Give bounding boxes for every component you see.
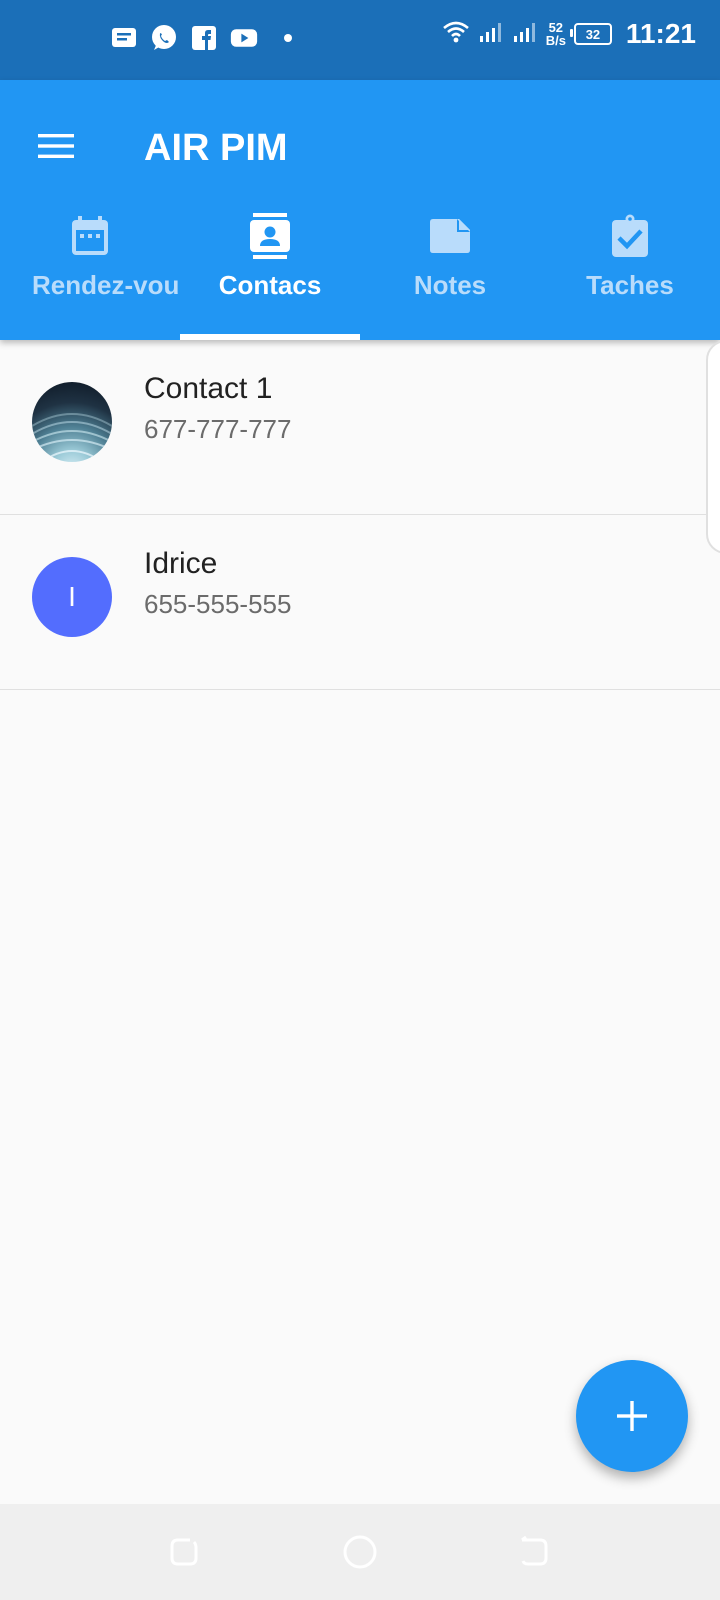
hamburger-menu-icon: [38, 134, 74, 158]
tab-label: Contacs: [218, 270, 322, 300]
back-button[interactable]: [514, 1532, 554, 1572]
clock: 11:21: [625, 18, 696, 49]
battery-icon: 32: [569, 23, 612, 45]
status-bar: 52 B/s 32 11:21: [0, 0, 720, 80]
contact-letter-avatar: I: [32, 557, 112, 637]
contact-name: Contact 1: [144, 372, 273, 405]
list-item[interactable]: Contact 1 677-777-777: [0, 340, 720, 515]
tab-contacs[interactable]: Contacs: [180, 204, 360, 340]
message-icon: [110, 24, 138, 52]
contact-card-icon: [180, 212, 360, 260]
note-icon: [360, 212, 540, 260]
system-indicators: 52 B/s 32 11:21: [442, 18, 696, 50]
whatsapp-icon: [150, 24, 178, 52]
notification-dot: [284, 34, 292, 42]
contact-photo-avatar: [32, 382, 112, 462]
network-speed-unit: B/s: [545, 33, 566, 48]
tab-bar: Rendez-vous Contacs Notes Taches: [0, 204, 720, 340]
task-clipboard-icon: [540, 212, 720, 260]
signal-icon-1: [478, 20, 504, 49]
menu-button[interactable]: [30, 120, 82, 172]
youtube-icon: [230, 24, 258, 52]
plus-icon: [617, 1401, 647, 1431]
app-title: AIR PIM: [144, 127, 288, 169]
contact-phone: 655-555-555: [144, 589, 292, 619]
tab-label: Notes: [413, 270, 487, 300]
home-icon: [343, 1535, 377, 1569]
app-bar: AIR PIM Rendez-vous Contacs Notes Taches: [0, 80, 720, 340]
back-icon: [521, 1536, 548, 1566]
add-contact-button[interactable]: [576, 1360, 688, 1472]
notification-icons: [110, 24, 292, 52]
contact-phone: 677-777-777: [144, 414, 292, 444]
signal-icon-2: [512, 20, 538, 49]
facebook-icon: [190, 24, 218, 52]
calendar-icon: [0, 212, 180, 260]
contact-name: Idrice: [144, 547, 218, 580]
battery-level: 32: [585, 26, 601, 42]
tab-notes[interactable]: Notes: [360, 204, 540, 340]
tab-label: Taches: [586, 270, 674, 300]
contact-list: Contact 1 677-777-777 I Idrice 655-555-5…: [0, 340, 720, 690]
home-button[interactable]: [340, 1532, 380, 1572]
tab-taches[interactable]: Taches: [540, 204, 720, 340]
tab-rendez-vous[interactable]: Rendez-vous: [0, 204, 180, 340]
recent-apps-button[interactable]: [164, 1532, 204, 1572]
wifi-icon: [442, 20, 470, 49]
list-item[interactable]: I Idrice 655-555-555: [0, 515, 720, 690]
network-speed: 52 B/s: [546, 21, 566, 47]
system-nav-bar: [0, 1504, 720, 1600]
edge-panel-handle[interactable]: [706, 340, 720, 554]
recent-apps-icon: [170, 1538, 198, 1566]
tab-label: Rendez-vous: [32, 270, 180, 300]
